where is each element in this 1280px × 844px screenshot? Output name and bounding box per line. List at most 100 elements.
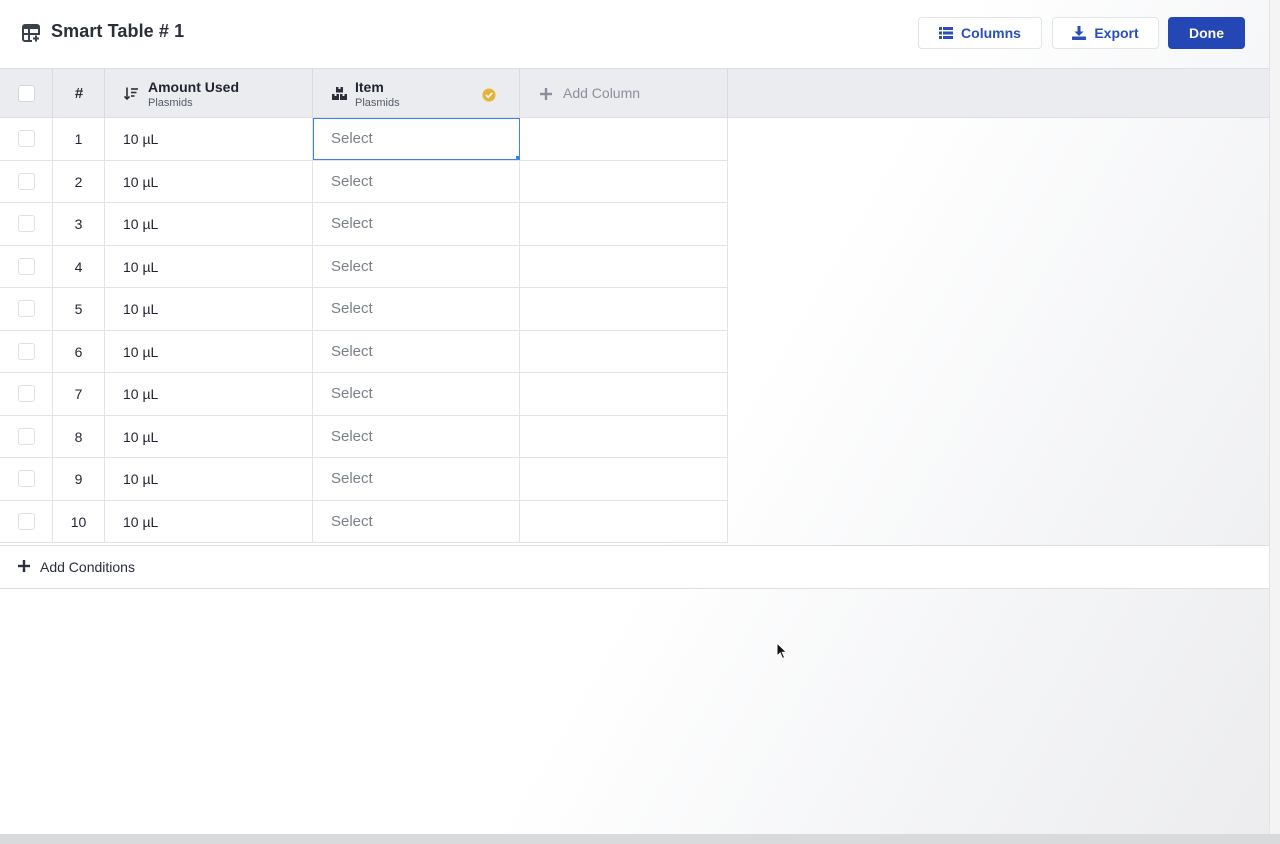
row-select-cell [0, 415, 53, 458]
item-select-placeholder: Select [331, 385, 373, 402]
row-checkbox[interactable] [18, 215, 35, 232]
table-row: 3 10 µL Select [0, 203, 728, 246]
table-row: 4 10 µL Select [0, 245, 728, 288]
boxes-icon [332, 87, 347, 100]
amount-used-header-title: Amount Used [148, 79, 239, 95]
check-circle-icon [482, 88, 496, 102]
row-select-cell [0, 288, 53, 330]
row-select-cell [0, 373, 53, 415]
add-conditions-button[interactable]: Add Conditions [0, 545, 1270, 589]
row-number-header-label: # [74, 85, 84, 102]
row-number-cell: 5 [53, 288, 105, 330]
empty-cell [520, 500, 728, 543]
table-row: 6 10 µL Select [0, 330, 728, 373]
done-button[interactable]: Done [1168, 17, 1245, 49]
amount-used-cell[interactable]: 10 µL [105, 118, 313, 160]
row-checkbox[interactable] [18, 172, 35, 190]
row-checkbox[interactable] [18, 512, 35, 530]
item-select-placeholder: Select [331, 512, 373, 530]
row-select-cell [0, 330, 53, 373]
table-row: 7 10 µL Select [0, 373, 728, 416]
table-row: 1 10 µL Select [0, 118, 728, 161]
amount-used-cell[interactable]: 10 µL [105, 500, 313, 543]
header-row-number: # [53, 69, 105, 118]
select-all-checkbox[interactable] [18, 85, 35, 102]
table-row: 5 10 µL Select [0, 288, 728, 331]
amount-used-cell[interactable]: 10 µL [105, 203, 313, 245]
header-item[interactable]: Item Plasmids [313, 69, 520, 118]
amount-used-cell[interactable]: 10 µL [105, 160, 313, 203]
columns-button-label: Columns [961, 25, 1021, 41]
item-select-placeholder: Select [331, 427, 373, 445]
amount-used-cell[interactable]: 10 µL [105, 373, 313, 415]
item-select-cell[interactable]: Select [313, 373, 520, 415]
table-row: 2 10 µL Select [0, 160, 728, 203]
amount-used-cell[interactable]: 10 µL [105, 245, 313, 288]
add-column-button[interactable]: Add Column [520, 69, 728, 118]
row-checkbox[interactable] [18, 385, 35, 402]
plus-icon [18, 560, 30, 572]
empty-cell [520, 415, 728, 458]
amount-used-cell[interactable]: 10 µL [105, 458, 313, 500]
item-select-cell[interactable]: Select [313, 458, 520, 500]
item-select-placeholder: Select [331, 470, 373, 487]
row-select-cell [0, 118, 53, 160]
item-select-cell[interactable]: Select [313, 118, 520, 160]
empty-cell [520, 458, 728, 500]
download-icon [1072, 26, 1087, 40]
table-header: # Amount Used Plasmids Item Plasmids Add… [0, 68, 1270, 118]
empty-cell [520, 330, 728, 373]
row-number-cell: 6 [53, 330, 105, 373]
empty-cell [520, 373, 728, 415]
item-header-subtitle: Plasmids [355, 97, 400, 109]
row-number-cell: 8 [53, 415, 105, 458]
empty-cell [520, 245, 728, 288]
item-select-cell[interactable]: Select [313, 160, 520, 203]
row-checkbox[interactable] [18, 300, 35, 317]
plus-icon [540, 88, 552, 100]
item-select-placeholder: Select [331, 130, 373, 147]
header-amount-used[interactable]: Amount Used Plasmids [105, 69, 313, 118]
amount-used-cell[interactable]: 10 µL [105, 330, 313, 373]
item-select-placeholder: Select [331, 172, 373, 190]
table-row: 10 10 µL Select [0, 500, 728, 543]
export-button-label: Export [1094, 25, 1139, 41]
table-row: 8 10 µL Select [0, 415, 728, 458]
row-number-cell: 9 [53, 458, 105, 500]
item-select-placeholder: Select [331, 215, 373, 232]
row-checkbox[interactable] [18, 130, 35, 147]
item-select-cell[interactable]: Select [313, 330, 520, 373]
export-button[interactable]: Export [1052, 17, 1159, 49]
row-select-cell [0, 458, 53, 500]
header: Smart Table # 1 Columns Export Done [0, 0, 1270, 68]
columns-button[interactable]: Columns [918, 17, 1042, 49]
row-number-cell: 10 [53, 500, 105, 543]
item-select-placeholder: Select [331, 300, 373, 317]
row-checkbox[interactable] [18, 427, 35, 445]
row-checkbox[interactable] [18, 342, 35, 360]
empty-cell [520, 203, 728, 245]
page-title: Smart Table # 1 [51, 21, 185, 41]
add-conditions-label: Add Conditions [40, 559, 135, 575]
item-select-placeholder: Select [331, 342, 373, 360]
add-column-label: Add Column [563, 85, 641, 101]
row-select-cell [0, 245, 53, 288]
table-row: 9 10 µL Select [0, 458, 728, 501]
amount-used-cell[interactable]: 10 µL [105, 415, 313, 458]
horizontal-scrollbar[interactable] [0, 834, 1280, 844]
row-number-cell: 1 [53, 118, 105, 160]
window-right-edge [1269, 0, 1280, 844]
amount-used-cell[interactable]: 10 µL [105, 288, 313, 330]
row-select-cell [0, 160, 53, 203]
item-select-cell[interactable]: Select [313, 415, 520, 458]
row-checkbox[interactable] [18, 470, 35, 487]
item-select-cell[interactable]: Select [313, 288, 520, 330]
item-header-title: Item [355, 79, 384, 95]
row-checkbox[interactable] [18, 257, 35, 275]
item-select-cell[interactable]: Select [313, 245, 520, 288]
item-select-cell[interactable]: Select [313, 203, 520, 245]
list-icon [939, 27, 954, 39]
item-select-cell[interactable]: Select [313, 500, 520, 543]
mouse-pointer-icon [776, 642, 788, 660]
row-number-cell: 7 [53, 373, 105, 415]
